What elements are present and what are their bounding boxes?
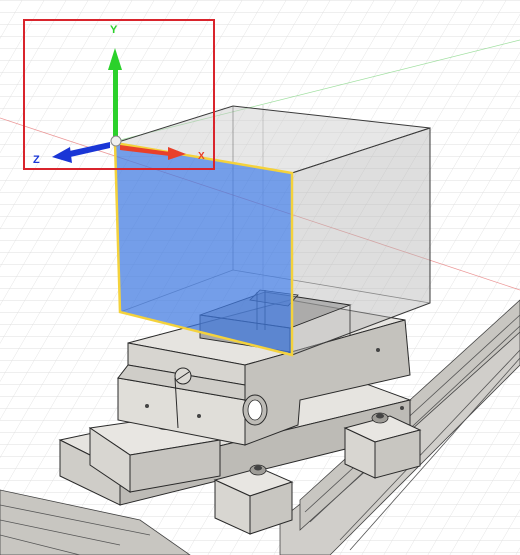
triad-highlight-frame [23,19,215,170]
cad-viewport[interactable]: Y Z X [0,0,520,555]
